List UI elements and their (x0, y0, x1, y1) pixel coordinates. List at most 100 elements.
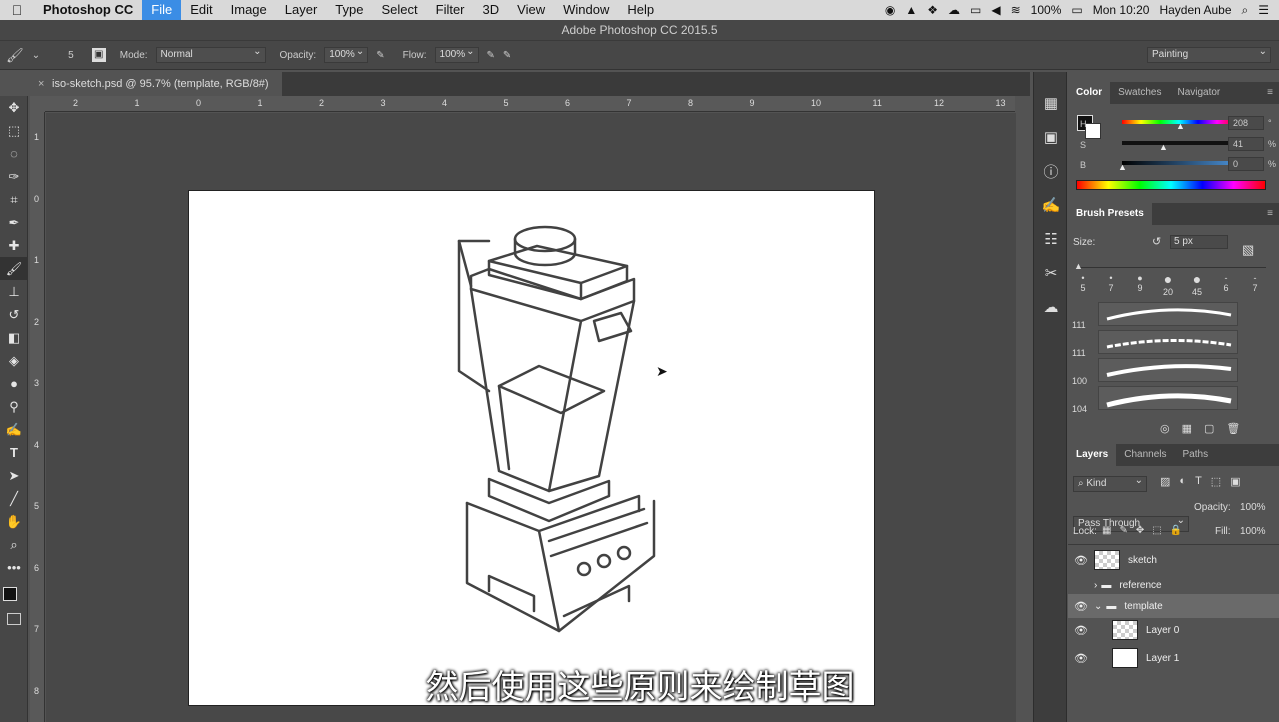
toggle-preview-icon[interactable]: ◎ (1160, 422, 1170, 435)
tool-preset-dropdown-icon[interactable]: ⌄ (32, 50, 40, 61)
slider-handle[interactable]: ▲ (1176, 121, 1185, 131)
marquee-tool-icon[interactable]: ⬚ (0, 119, 28, 142)
horizontal-ruler[interactable]: 2 1 0 1 2 3 4 5 6 7 8 9 10 11 12 13 (45, 96, 1015, 112)
info-panel-icon[interactable]: ⓘ (1034, 154, 1068, 188)
foreground-color-swatch[interactable] (3, 587, 17, 601)
menu-view[interactable]: View (508, 0, 554, 20)
brush-tip[interactable]: ● 9 (1126, 273, 1154, 293)
visibility-eye-icon[interactable]: 👁 (1068, 600, 1094, 613)
path-selection-tool-icon[interactable]: ➤ (0, 464, 28, 487)
more-tools-icon[interactable]: ••• (0, 556, 28, 579)
workspace-select[interactable]: Painting (1147, 45, 1271, 63)
airbrush-icon[interactable]: ✎ (487, 50, 495, 61)
stroke-preset[interactable] (1098, 302, 1238, 326)
layer-name[interactable]: sketch (1128, 555, 1157, 566)
tab-swatches[interactable]: Swatches (1110, 82, 1169, 104)
history-brush-tool-icon[interactable]: ↺ (0, 303, 28, 326)
move-tool-icon[interactable]: ✥ (0, 96, 28, 119)
flow-select[interactable]: 100% (434, 45, 479, 63)
panel-menu-icon[interactable]: ≡ (1259, 203, 1279, 225)
healing-brush-tool-icon[interactable]: ✚ (0, 234, 28, 257)
airplay-icon[interactable]: ▭ (970, 3, 981, 17)
blur-tool-icon[interactable]: ● (0, 372, 28, 395)
new-preset-icon[interactable]: ▢ (1204, 422, 1214, 435)
lock-artboard-icon[interactable]: ⬚ (1152, 525, 1161, 536)
brush-size-preview[interactable]: 5 (68, 50, 74, 61)
opacity-pressure-icon[interactable]: ✎ (376, 50, 384, 61)
brush-size-input[interactable]: 5 px (1170, 235, 1228, 249)
eyedropper-tool-icon[interactable]: ✒ (0, 211, 28, 234)
brush-size-slider-handle[interactable]: ▲ (1074, 261, 1083, 271)
brush-tip[interactable]: -7 (1241, 273, 1269, 293)
fill-value[interactable]: 100% (1240, 526, 1266, 537)
drive-icon[interactable]: ▲ (905, 3, 917, 17)
layer-row-sketch[interactable]: 👁 sketch (1068, 548, 1279, 572)
brush-tip[interactable]: ● 45 (1183, 271, 1211, 297)
brightness-slider[interactable] (1122, 161, 1236, 165)
menu-layer[interactable]: Layer (276, 0, 327, 20)
menu-help[interactable]: Help (618, 0, 663, 20)
history-panel-icon[interactable]: ▦ (1034, 86, 1068, 120)
tab-channels[interactable]: Channels (1116, 444, 1174, 466)
menu-filter[interactable]: Filter (427, 0, 474, 20)
slider-handle[interactable]: ▲ (1159, 142, 1168, 152)
paint-bucket-tool-icon[interactable]: ◈ (0, 349, 28, 372)
new-brush-icon[interactable]: ▧ (1242, 242, 1254, 258)
visibility-eye-icon[interactable]: 👁 (1068, 554, 1094, 567)
menu-app-name[interactable]: Photoshop CC (34, 0, 142, 20)
spotlight-search-icon[interactable]: ⌕ (1242, 3, 1249, 18)
creative-cloud-panel-icon[interactable]: ☁ (1034, 290, 1068, 324)
record-icon[interactable]: ◉ (885, 3, 895, 17)
collapse-arrow-icon[interactable]: ⌄ (1094, 601, 1102, 612)
vertical-ruler[interactable]: 1 0 1 2 3 4 5 6 7 8 (30, 112, 45, 722)
stroke-preset[interactable] (1098, 330, 1238, 354)
quick-select-tool-icon[interactable]: ✑ (0, 165, 28, 188)
layer-row-layer-0[interactable]: 👁 Layer 0 (1068, 618, 1279, 642)
opacity-select[interactable]: 100% (324, 45, 369, 63)
menu-type[interactable]: Type (326, 0, 372, 20)
panel-menu-icon[interactable]: ≡ (1259, 82, 1279, 104)
brush-panel-toggle-icon[interactable]: ▣ (91, 48, 106, 62)
clock[interactable]: Mon 10:20 (1093, 3, 1150, 17)
notification-center-icon[interactable]: ☰ (1258, 3, 1269, 17)
lock-position-icon[interactable]: ✥ (1136, 525, 1144, 536)
libraries-panel-icon[interactable]: ▣ (1034, 120, 1068, 154)
type-tool-icon[interactable]: T (0, 441, 28, 464)
tab-navigator[interactable]: Navigator (1169, 82, 1228, 104)
layer-name[interactable]: reference (1119, 580, 1161, 591)
brush-size-slider[interactable] (1076, 267, 1266, 268)
layer-name[interactable]: template (1124, 601, 1162, 612)
tab-paths[interactable]: Paths (1175, 444, 1217, 466)
layer-opacity-value[interactable]: 100% (1240, 502, 1266, 513)
tab-color[interactable]: Color (1068, 82, 1111, 104)
hue-value[interactable]: 208 (1228, 116, 1264, 130)
pen-tool-icon[interactable]: ✍ (0, 418, 28, 441)
quick-mask-icon[interactable] (7, 613, 21, 625)
dodge-tool-icon[interactable]: ⚲ (0, 395, 28, 418)
menu-file[interactable]: File (142, 0, 182, 20)
trash-icon[interactable]: 🗑 (1226, 422, 1240, 435)
expand-arrow-icon[interactable]: › (1094, 580, 1097, 591)
brush-tool-icon[interactable]: 🖌 (0, 257, 28, 280)
tab-brush-presets[interactable]: Brush Presets (1068, 203, 1152, 225)
layer-name[interactable]: Layer 1 (1146, 653, 1179, 664)
brush-panel-icon[interactable]: ▦ (1182, 422, 1192, 435)
brush-tool-icon[interactable]: 🖌 (6, 47, 24, 64)
brush-tip[interactable]: -6 (1212, 273, 1240, 293)
mode-select[interactable]: Normal (155, 45, 266, 63)
adjustment-filter-icon[interactable]: ◐ (1179, 475, 1186, 488)
color-spectrum-ramp[interactable] (1076, 180, 1266, 190)
clone-stamp-tool-icon[interactable]: ⊥ (0, 280, 28, 303)
layer-row-template[interactable]: 👁 ⌄ ▬ template (1068, 594, 1279, 618)
document-canvas[interactable] (189, 191, 874, 705)
brightness-value[interactable]: 0 (1228, 157, 1264, 171)
brush-panel-icon[interactable]: ✍ (1034, 188, 1068, 222)
slider-handle[interactable]: ▲ (1118, 162, 1127, 172)
close-tab-icon[interactable]: × (38, 72, 44, 96)
tab-layers[interactable]: Layers (1068, 444, 1117, 466)
saturation-slider[interactable] (1122, 141, 1236, 145)
zoom-tool-icon[interactable]: ⌕ (0, 533, 28, 556)
visibility-eye-icon[interactable]: 👁 (1068, 624, 1094, 637)
menu-window[interactable]: Window (554, 0, 618, 20)
menu-edit[interactable]: Edit (181, 0, 221, 20)
